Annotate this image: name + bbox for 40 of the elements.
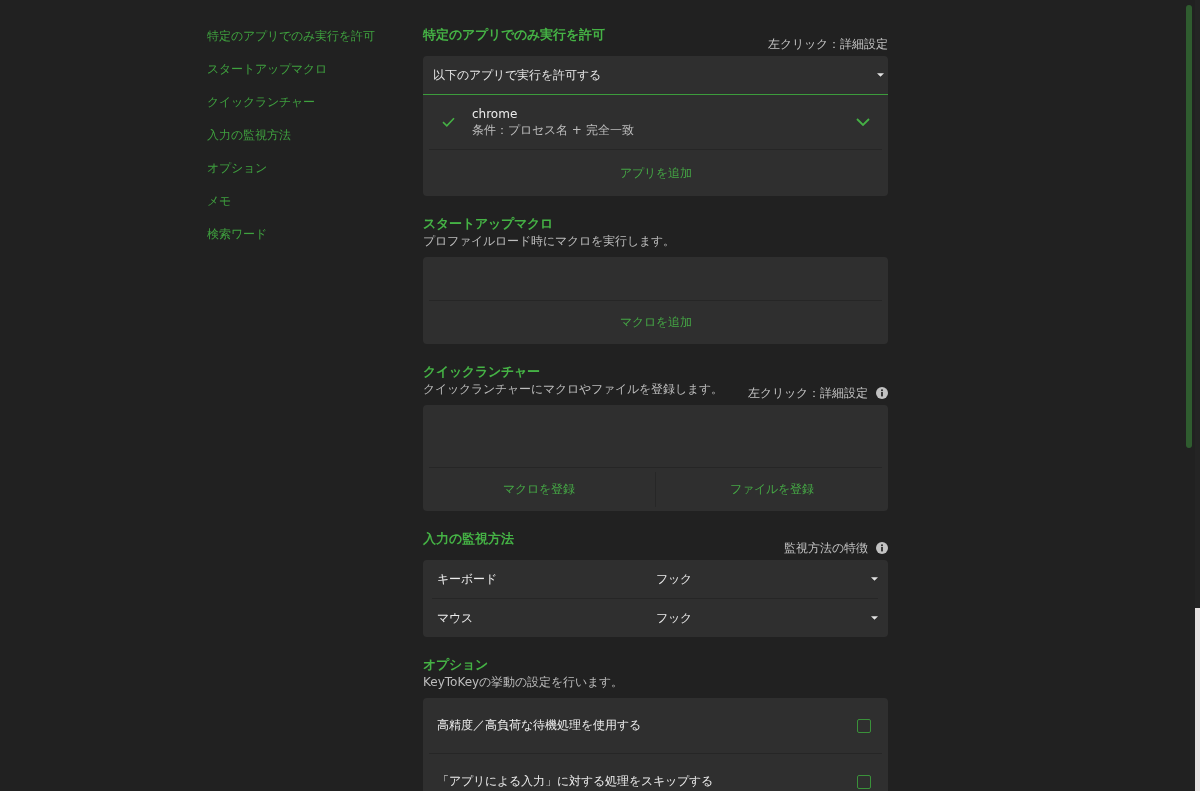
info-icon[interactable] <box>876 387 888 399</box>
device-label: キーボード <box>437 570 498 588</box>
section-title: スタートアップマクロ <box>423 215 553 233</box>
add-button[interactable]: ファイルを登録 <box>656 468 888 511</box>
sidebar-item[interactable]: メモ <box>207 193 231 209</box>
section-description: クイックランチャーにマクロやファイルを登録します。 <box>423 381 723 397</box>
add-button[interactable]: アプリを追加 <box>423 150 888 196</box>
app-name: chrome <box>472 106 518 122</box>
device-label: マウス <box>437 609 474 627</box>
sidebar-item[interactable]: スタートアップマクロ <box>207 61 327 77</box>
section-title: オプション <box>423 656 488 674</box>
hint-text: 左クリック：詳細設定 <box>748 385 868 401</box>
sidebar-item[interactable]: 検索ワード <box>207 226 267 242</box>
checkbox[interactable] <box>857 718 871 733</box>
dropdown[interactable]: 以下のアプリで実行を許可する <box>423 56 888 95</box>
app-condition: 条件：プロセス名 + 完全一致 <box>472 121 634 138</box>
caret-down-icon <box>871 577 878 581</box>
add-button[interactable]: マクロを登録 <box>423 468 655 511</box>
section-title: クイックランチャー <box>423 363 540 381</box>
option-label: 「アプリによる入力」に対する処理をスキップする <box>437 775 713 788</box>
chevron-down-icon[interactable] <box>856 118 870 126</box>
section-title: 特定のアプリでのみ実行を許可 <box>423 26 605 44</box>
sidebar-item[interactable]: クイックランチャー <box>207 94 315 110</box>
scrollbar[interactable] <box>1186 5 1192 448</box>
section-description: プロファイルロード時にマクロを実行します。 <box>423 233 675 249</box>
hint-text: 監視方法の特徴 <box>784 540 868 556</box>
hint-text: 左クリック：詳細設定 <box>768 36 888 52</box>
dropdown[interactable]: フック <box>656 599 882 637</box>
section-description: KeyToKeyの挙動の設定を行います。 <box>423 674 624 690</box>
add-button[interactable]: マクロを追加 <box>423 301 888 344</box>
caret-down-icon <box>871 616 878 620</box>
checkbox[interactable] <box>857 774 871 789</box>
dropdown[interactable]: フック <box>656 560 882 598</box>
sidebar-item[interactable]: 特定のアプリでのみ実行を許可 <box>207 28 375 44</box>
sidebar-item[interactable]: 入力の監視方法 <box>207 127 291 143</box>
section-title: 入力の監視方法 <box>423 530 514 548</box>
caret-down-icon <box>877 73 884 77</box>
info-icon[interactable] <box>876 542 888 554</box>
sidebar-item[interactable]: オプション <box>207 160 267 176</box>
option-label: 高精度／高負荷な待機処理を使用する <box>437 719 641 732</box>
